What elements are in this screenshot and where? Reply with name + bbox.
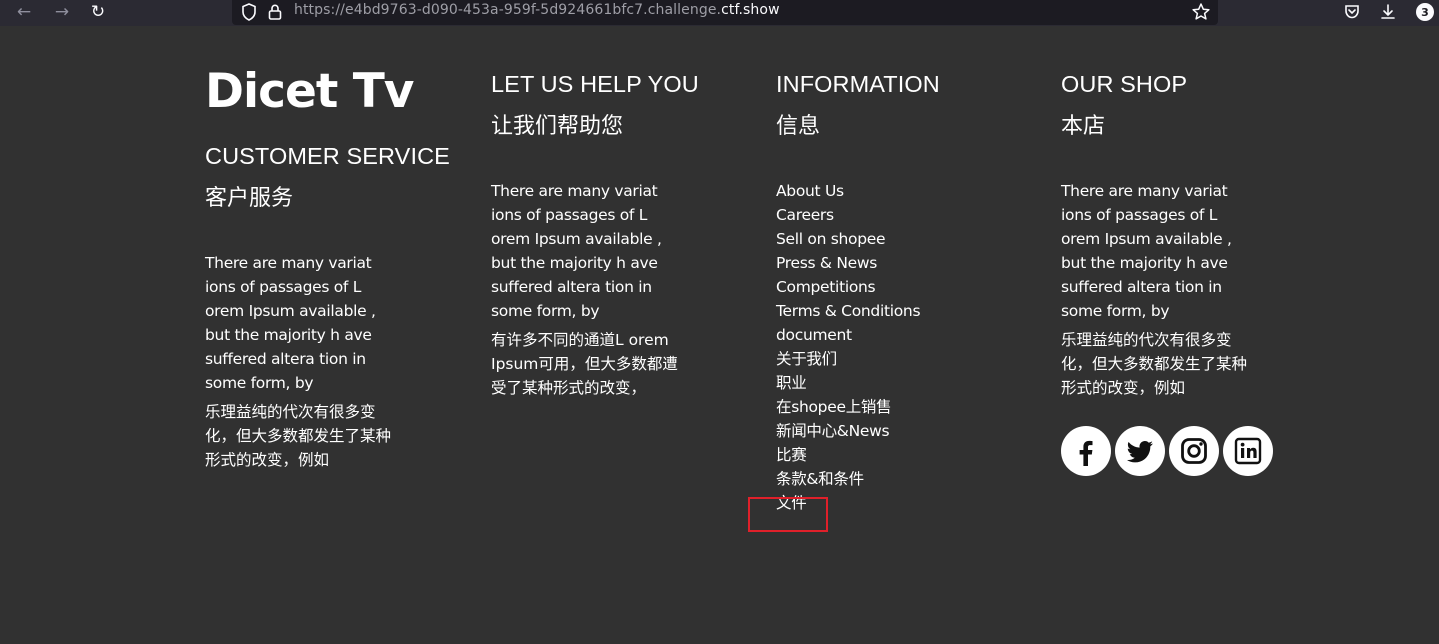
help-heading: LET US HELP YOU xyxy=(491,71,699,97)
url-text[interactable]: https://e4bd9763-d090-453a-959f-5d924661… xyxy=(294,2,780,18)
link-item: Careers xyxy=(776,203,1026,227)
footer-column-shop: OUR SHOP 本店 There are many variat ions o… xyxy=(1061,32,1311,476)
instagram-icon[interactable] xyxy=(1169,426,1219,476)
customer-service-heading: CUSTOMER SERVICE xyxy=(205,143,450,169)
shield-icon[interactable] xyxy=(240,2,258,22)
link-item: Terms & Conditions xyxy=(776,299,1026,323)
downloads-count-badge[interactable]: 3 xyxy=(1416,3,1434,21)
customer-service-text: There are many variat ions of passages o… xyxy=(205,254,376,392)
pocket-icon[interactable] xyxy=(1340,0,1364,24)
shop-heading: OUR SHOP xyxy=(1061,71,1188,97)
link-item: Press & News xyxy=(776,251,1026,275)
footer-column-customer-service: Dicet Tv CUSTOMER SERVICE 客户服务 There are… xyxy=(205,32,455,472)
download-icon[interactable] xyxy=(1376,0,1400,24)
information-heading-cn: 信息 xyxy=(776,114,821,139)
information-heading: INFORMATION xyxy=(776,71,940,97)
help-text: There are many variat ions of passages o… xyxy=(491,182,662,320)
link-item: 关于我们 xyxy=(776,347,1026,371)
link-item: About Us xyxy=(776,179,1026,203)
link-item: 比赛 xyxy=(776,443,1026,467)
back-icon[interactable]: ← xyxy=(12,0,36,24)
press-news-link[interactable]: Press & News xyxy=(776,254,877,272)
footer-column-information: INFORMATION 信息 About Us Careers Sell on … xyxy=(776,32,1026,515)
information-links: About Us Careers Sell on shopee Press & … xyxy=(776,179,1026,515)
press-news-cn-link[interactable]: 新闻中心&News xyxy=(776,422,890,440)
facebook-icon[interactable] xyxy=(1061,426,1111,476)
shop-text: There are many variat ions of passages o… xyxy=(1061,182,1232,320)
competitions-cn-link[interactable]: 比赛 xyxy=(776,446,807,464)
social-links xyxy=(1061,426,1311,476)
customer-service-text-cn: 乐理益纯的代次有很多变化，但大多数都发生了某种形式的改变，例如 xyxy=(205,403,392,469)
about-us-link[interactable]: About Us xyxy=(776,182,844,200)
terms-conditions-cn-link[interactable]: 条款&和条件 xyxy=(776,470,864,488)
link-item: 新闻中心&News xyxy=(776,419,1026,443)
url-host: ctf.show xyxy=(721,2,780,18)
link-item: Sell on shopee xyxy=(776,227,1026,251)
document-link[interactable]: document xyxy=(776,326,852,344)
bookmark-star-icon[interactable] xyxy=(1190,1,1212,23)
link-item: Competitions xyxy=(776,275,1026,299)
sell-on-shopee-link[interactable]: Sell on shopee xyxy=(776,230,886,248)
footer-column-help: LET US HELP YOU 让我们帮助您 There are many va… xyxy=(491,32,741,400)
link-item: 条款&和条件 xyxy=(776,467,1026,491)
forward-icon[interactable]: → xyxy=(50,0,74,24)
competitions-link[interactable]: Competitions xyxy=(776,278,876,296)
browser-toolbar: ← → ↻ https://e4bd9763-d090-453a-959f-5d… xyxy=(0,0,1439,26)
careers-link[interactable]: Careers xyxy=(776,206,834,224)
url-prefix: https://e4bd9763-d090-453a-959f-5d924661… xyxy=(294,2,722,18)
url-bar[interactable]: https://e4bd9763-d090-453a-959f-5d924661… xyxy=(232,0,1218,25)
help-text-cn: 有许多不同的通道L orem Ipsum可用，但大多数都遭受了某种形式的改变， xyxy=(491,331,678,397)
linkedin-icon[interactable] xyxy=(1223,426,1273,476)
document-cn-link[interactable]: 文件 xyxy=(776,494,807,512)
link-item: 职业 xyxy=(776,371,1026,395)
shop-text-cn: 乐理益纯的代次有很多变化，但大多数都发生了某种形式的改变，例如 xyxy=(1061,331,1248,397)
twitter-icon[interactable] xyxy=(1115,426,1165,476)
terms-conditions-link[interactable]: Terms & Conditions xyxy=(776,302,921,320)
link-item: 在shopee上销售 xyxy=(776,395,1026,419)
shop-heading-cn: 本店 xyxy=(1061,114,1106,139)
site-footer: Dicet Tv CUSTOMER SERVICE 客户服务 There are… xyxy=(0,32,1439,644)
lock-icon[interactable] xyxy=(266,2,284,22)
sell-on-shopee-cn-link[interactable]: 在shopee上销售 xyxy=(776,398,892,416)
link-item: document xyxy=(776,323,1026,347)
brand-logo[interactable]: Dicet Tv xyxy=(205,64,455,120)
careers-cn-link[interactable]: 职业 xyxy=(776,374,807,392)
about-us-cn-link[interactable]: 关于我们 xyxy=(776,350,837,368)
help-heading-cn: 让我们帮助您 xyxy=(491,114,624,139)
reload-icon[interactable]: ↻ xyxy=(86,0,110,24)
customer-service-heading-cn: 客户服务 xyxy=(205,186,294,211)
link-item: 文件 xyxy=(776,491,1026,515)
